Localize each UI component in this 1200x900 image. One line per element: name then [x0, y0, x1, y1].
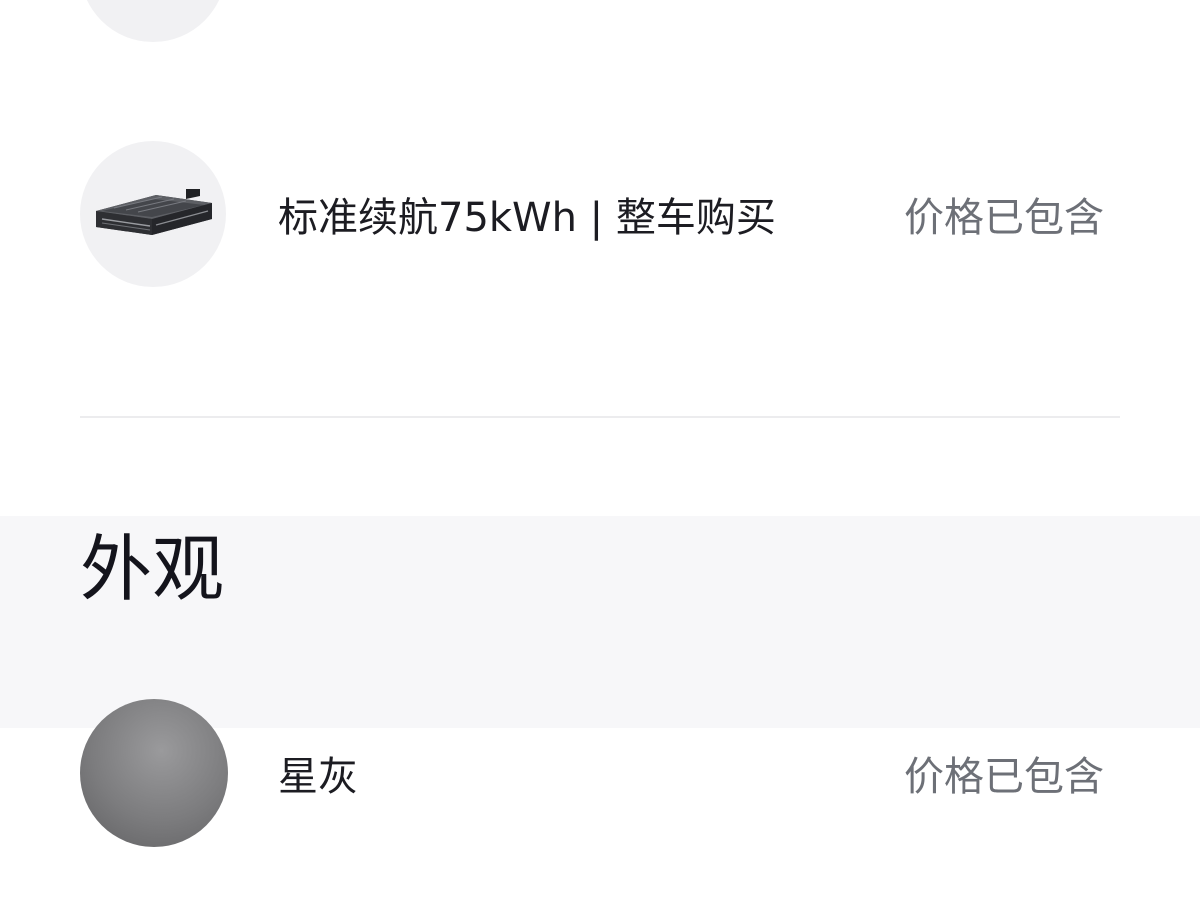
exterior-color-price-status: 价格已包含	[904, 754, 1104, 800]
color-swatch	[80, 699, 228, 847]
previous-option-thumbnail	[80, 0, 226, 42]
battery-thumbnail	[80, 141, 226, 287]
battery-price-status: 价格已包含	[904, 195, 1104, 241]
exterior-color-option-row[interactable]: 星灰 价格已包含	[80, 699, 1104, 847]
battery-option-label: 标准续航75kWh | 整车购买	[278, 195, 776, 241]
config-summary-page: 标准续航75kWh | 整车购买 价格已包含 外观 星灰 价格已包含	[0, 0, 1200, 900]
exterior-color-label: 星灰	[278, 754, 358, 800]
battery-option-row[interactable]: 标准续航75kWh | 整车购买 价格已包含	[80, 141, 1104, 287]
exterior-section-title: 外观	[80, 527, 225, 611]
battery-pack-icon	[96, 189, 212, 235]
section-divider	[80, 416, 1120, 418]
